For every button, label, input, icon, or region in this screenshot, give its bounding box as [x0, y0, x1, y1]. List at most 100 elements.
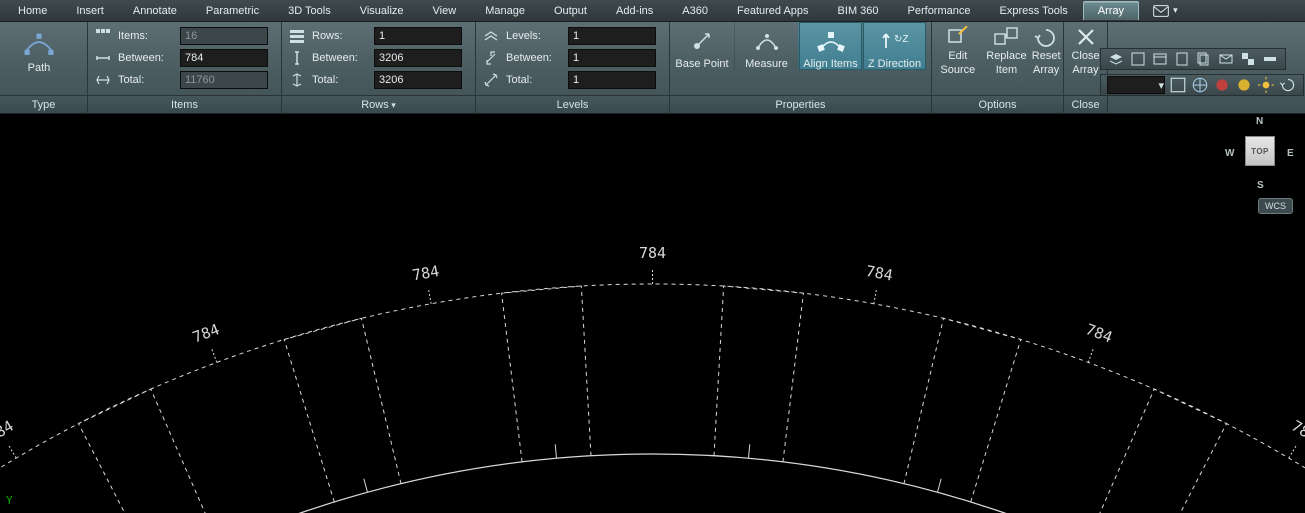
- panel-type-title: Type: [0, 95, 87, 113]
- base-point-label: Base Point: [675, 58, 728, 70]
- panel-items: Items: Between: Total: Items: [88, 22, 282, 113]
- tab-bim-360[interactable]: BIM 360: [824, 2, 894, 20]
- svg-text:784: 784: [0, 417, 17, 446]
- items-total-input[interactable]: [180, 71, 268, 89]
- panel-options: Edit Source Replace Item Reset Array Opt…: [932, 22, 1064, 113]
- ucs-icon: Y: [6, 494, 13, 507]
- qat-layers-icon[interactable]: [1107, 50, 1125, 68]
- panel-rows-title[interactable]: Rows: [282, 95, 475, 113]
- items-total-icon: [94, 72, 112, 88]
- tab-add-ins[interactable]: Add-ins: [602, 2, 668, 20]
- levels-between-icon: [482, 50, 500, 66]
- qat-palette-icon[interactable]: [1239, 50, 1257, 68]
- levels-count-input[interactable]: [568, 27, 656, 45]
- replace-item-button[interactable]: Replace Item: [984, 22, 1030, 76]
- tab-featured-apps[interactable]: Featured Apps: [723, 2, 824, 20]
- z-direction-label: Z Direction: [868, 58, 921, 70]
- levels-count-icon: [482, 28, 500, 44]
- rows-between-input[interactable]: [374, 49, 462, 67]
- levels-total-label: Total:: [506, 74, 562, 86]
- items-between-input[interactable]: [180, 49, 268, 67]
- items-between-icon: [94, 50, 112, 66]
- qat-box-icon[interactable]: [1129, 50, 1147, 68]
- panel-close-title: Close: [1064, 95, 1107, 113]
- wcs-badge[interactable]: WCS: [1258, 198, 1293, 214]
- tab-annotate[interactable]: Annotate: [119, 2, 192, 20]
- rows-between-icon: [288, 50, 306, 66]
- viewcube-top-face[interactable]: TOP: [1245, 136, 1275, 166]
- tab-insert[interactable]: Insert: [62, 2, 119, 20]
- viewcube-north[interactable]: N: [1256, 116, 1263, 127]
- layer-dropdown[interactable]: ▾: [1107, 76, 1165, 94]
- close-label2: Array: [1072, 64, 1098, 76]
- qat-copy-icon[interactable]: [1195, 50, 1213, 68]
- tab-output[interactable]: Output: [540, 2, 602, 20]
- panel-items-title: Items: [88, 95, 281, 113]
- rows-count-input[interactable]: [374, 27, 462, 45]
- edit-source-label1: Edit: [948, 50, 967, 62]
- qat-window-icon[interactable]: [1151, 50, 1169, 68]
- reset-array-button[interactable]: Reset Array: [1029, 22, 1063, 76]
- path-array-button[interactable]: Path: [0, 22, 78, 74]
- measure-button[interactable]: Measure: [734, 22, 798, 70]
- z-direction-button[interactable]: ↻Z Z Direction: [862, 22, 926, 70]
- qat-more-icon[interactable]: [1217, 50, 1235, 68]
- path-array-label: Path: [28, 62, 51, 74]
- levels-total-icon: [482, 72, 500, 88]
- tab-performance[interactable]: Performance: [894, 2, 986, 20]
- rows-total-input[interactable]: [374, 71, 462, 89]
- svg-text:↻Z: ↻Z: [894, 34, 909, 45]
- reset-array-label1: Reset: [1032, 50, 1061, 62]
- rows-total-label: Total:: [312, 74, 368, 86]
- tab-3d-tools[interactable]: 3D Tools: [274, 2, 346, 20]
- tab-view[interactable]: View: [419, 2, 472, 20]
- view-cube[interactable]: N S W E TOP: [1223, 118, 1297, 192]
- levels-count-label: Levels:: [506, 30, 562, 42]
- rows-total-icon: [288, 72, 306, 88]
- globe-icon[interactable]: [1191, 76, 1209, 94]
- main-tab-bar: Home Insert Annotate Parametric 3D Tools…: [0, 0, 1305, 22]
- model-space-canvas[interactable]: 7847847847847847847847847847847847847847…: [0, 114, 1305, 513]
- base-point-button[interactable]: Base Point: [670, 22, 734, 70]
- svg-text:784: 784: [1288, 417, 1305, 446]
- viewcube-south[interactable]: S: [1257, 180, 1264, 191]
- align-items-label: Align Items: [803, 58, 857, 70]
- quick-access-toolbar-1: [1100, 48, 1286, 70]
- svg-text:784: 784: [639, 244, 666, 262]
- panel-options-title: Options: [932, 95, 1063, 113]
- tab-a360[interactable]: A360: [668, 2, 723, 20]
- tab-parametric[interactable]: Parametric: [192, 2, 274, 20]
- edit-source-button[interactable]: Edit Source: [932, 22, 984, 76]
- edit-source-label2: Source: [940, 64, 975, 76]
- tab-home[interactable]: Home: [4, 2, 62, 20]
- items-between-label: Between:: [118, 52, 174, 64]
- notifications-icon[interactable]: ▾: [1153, 5, 1178, 17]
- qat-layer-icon[interactable]: [1261, 50, 1279, 68]
- svg-text:784: 784: [1083, 320, 1115, 346]
- reset-icon[interactable]: [1279, 76, 1297, 94]
- align-items-button[interactable]: Align Items: [798, 22, 862, 70]
- items-count-label: Items:: [118, 30, 174, 42]
- qat-page-icon[interactable]: [1173, 50, 1191, 68]
- levels-between-input[interactable]: [568, 49, 656, 67]
- levels-total-input[interactable]: [568, 71, 656, 89]
- measure-label: Measure: [745, 58, 788, 70]
- replace-item-label1: Replace: [986, 50, 1026, 62]
- tab-express-tools[interactable]: Express Tools: [986, 2, 1083, 20]
- tab-array[interactable]: Array: [1083, 1, 1139, 20]
- items-count-input[interactable]: [180, 27, 268, 45]
- sun-icon[interactable]: [1257, 76, 1275, 94]
- tab-manage[interactable]: Manage: [471, 2, 540, 20]
- red-sphere-icon[interactable]: [1213, 76, 1231, 94]
- rows-between-label: Between:: [312, 52, 368, 64]
- path-array-drawing: 7847847847847847847847847847847847847847…: [0, 114, 1305, 513]
- rows-count-label: Rows:: [312, 30, 368, 42]
- tab-visualize[interactable]: Visualize: [346, 2, 419, 20]
- viewcube-east[interactable]: E: [1287, 148, 1294, 159]
- close-label1: Close: [1071, 50, 1099, 62]
- visual-style-icon[interactable]: [1169, 76, 1187, 94]
- panel-properties: Base Point Measure Align Items ↻Z Z Dire…: [670, 22, 932, 113]
- items-count-icon: [94, 28, 112, 44]
- yellow-sphere-icon[interactable]: [1235, 76, 1253, 94]
- viewcube-west[interactable]: W: [1225, 148, 1234, 159]
